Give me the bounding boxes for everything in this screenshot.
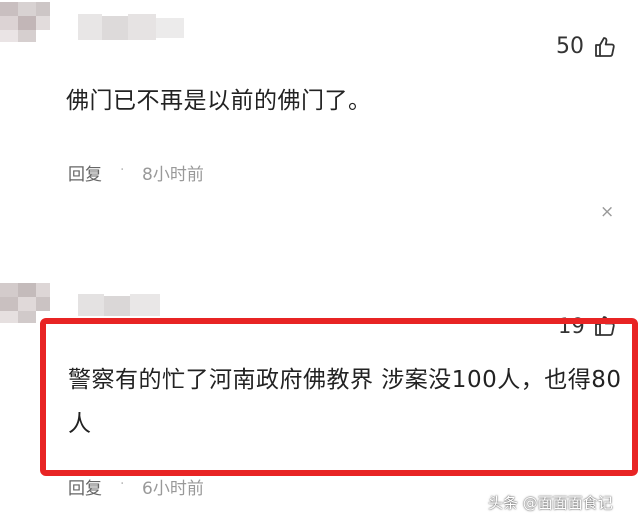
username-1[interactable] bbox=[78, 14, 184, 40]
timestamp-1: 8小时前 bbox=[142, 165, 204, 185]
like-count-1: 50 bbox=[556, 34, 584, 59]
comment-text-2: 警察有的忙了河南政府佛教界 涉案没100人，也得80 人 bbox=[68, 358, 628, 446]
reply-button-2[interactable]: 回复 bbox=[68, 474, 102, 499]
thumbs-up-icon[interactable] bbox=[594, 35, 618, 59]
avatar-2[interactable] bbox=[0, 283, 52, 323]
close-icon[interactable]: × bbox=[600, 202, 614, 222]
timestamp-2: 6小时前 bbox=[142, 479, 204, 499]
watermark: 头条 @面面面食记 bbox=[488, 494, 613, 512]
comment-text-2-line1: 警察有的忙了河南政府佛教界 涉案没100人，也得80 bbox=[68, 367, 622, 393]
avatar-1[interactable] bbox=[0, 2, 52, 42]
comment-text-2-line2: 人 bbox=[68, 411, 92, 437]
separator-dot-1: · bbox=[120, 162, 125, 178]
comment-text-1: 佛门已不再是以前的佛门了。 bbox=[66, 88, 372, 114]
username-2[interactable] bbox=[78, 294, 160, 320]
separator-dot-2: · bbox=[120, 476, 125, 492]
reply-button-1[interactable]: 回复 bbox=[68, 160, 102, 185]
